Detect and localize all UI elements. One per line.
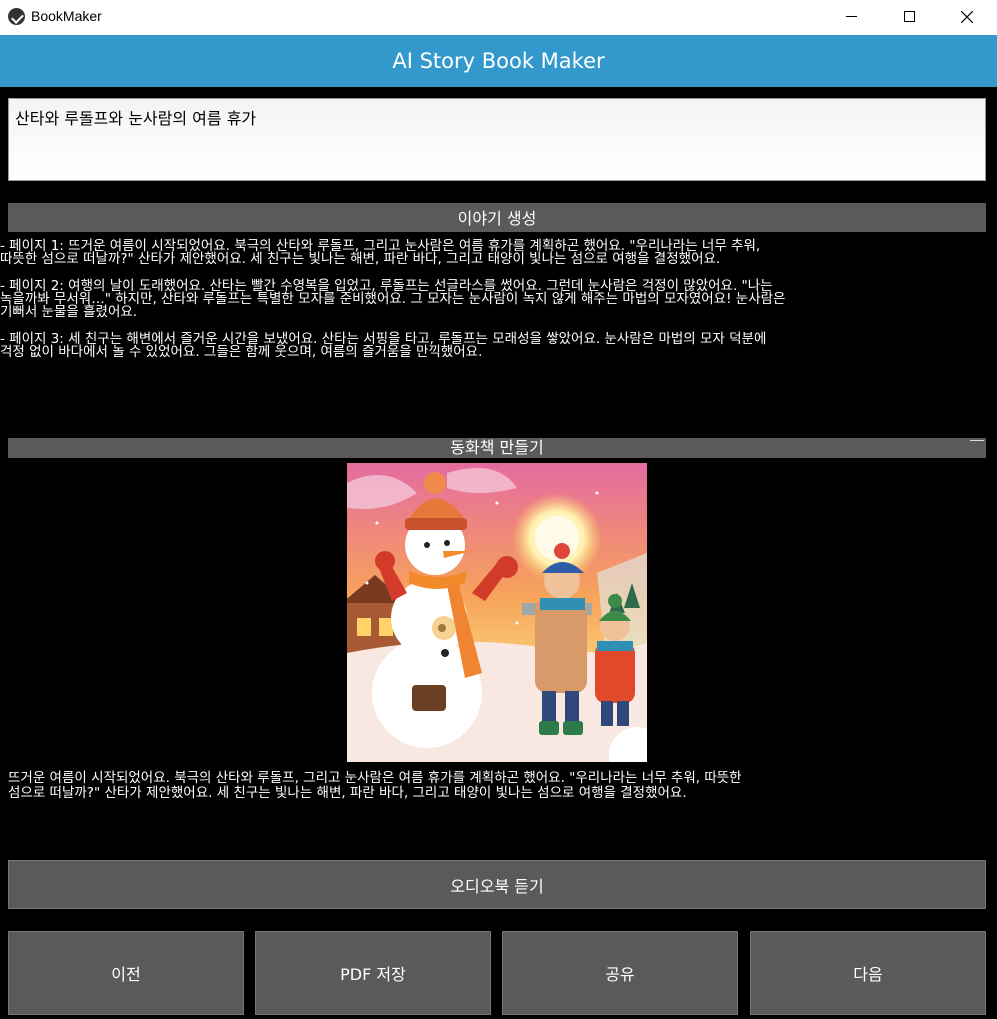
story-prompt-input[interactable]: 산타와 루돌프와 눈사람의 여름 휴가 xyxy=(8,98,986,181)
next-button[interactable]: 다음 xyxy=(750,931,986,1015)
minimize-button[interactable] xyxy=(822,0,880,33)
story-page-3: - 페이지 3: 세 친구는 해변에서 즐거운 시간을 보냈어요. 산타는 서핑… xyxy=(0,331,767,360)
app-header: AI Story Book Maker xyxy=(0,35,997,87)
book-illustration xyxy=(347,463,647,762)
make-book-button[interactable]: 동화책 만들기 xyxy=(8,438,986,458)
save-pdf-button[interactable]: PDF 저장 xyxy=(255,931,491,1015)
maximize-icon xyxy=(903,11,915,22)
title-bar: BookMaker xyxy=(0,0,997,35)
share-button[interactable]: 공유 xyxy=(502,931,738,1015)
close-icon xyxy=(961,10,973,23)
audiobook-button[interactable]: 오디오북 듣기 xyxy=(8,860,986,909)
book-page-caption: 뜨거운 여름이 시작되었어요. 북극의 산타와 루돌프, 그리고 눈사람은 여름… xyxy=(8,770,742,801)
window-title: BookMaker xyxy=(31,8,102,24)
collapse-icon[interactable] xyxy=(970,440,984,441)
story-text-area: - 페이지 1: 뜨거운 여름이 시작되었어요. 북극의 산타와 루돌프, 그리… xyxy=(0,238,997,373)
minimize-icon xyxy=(845,16,857,17)
app-icon xyxy=(8,8,25,25)
make-book-label: 동화책 만들기 xyxy=(450,438,544,457)
story-page-1: - 페이지 1: 뜨거운 여름이 시작되었어요. 북극의 산타와 루돌프, 그리… xyxy=(0,238,761,267)
generate-story-button[interactable]: 이야기 생성 xyxy=(8,203,986,232)
story-page-2: - 페이지 2: 여행의 날이 도래했어요. 산타는 빨간 수영복을 입었고, … xyxy=(0,278,786,320)
prev-button[interactable]: 이전 xyxy=(8,931,244,1015)
maximize-button[interactable] xyxy=(880,0,938,33)
close-button[interactable] xyxy=(938,0,996,33)
